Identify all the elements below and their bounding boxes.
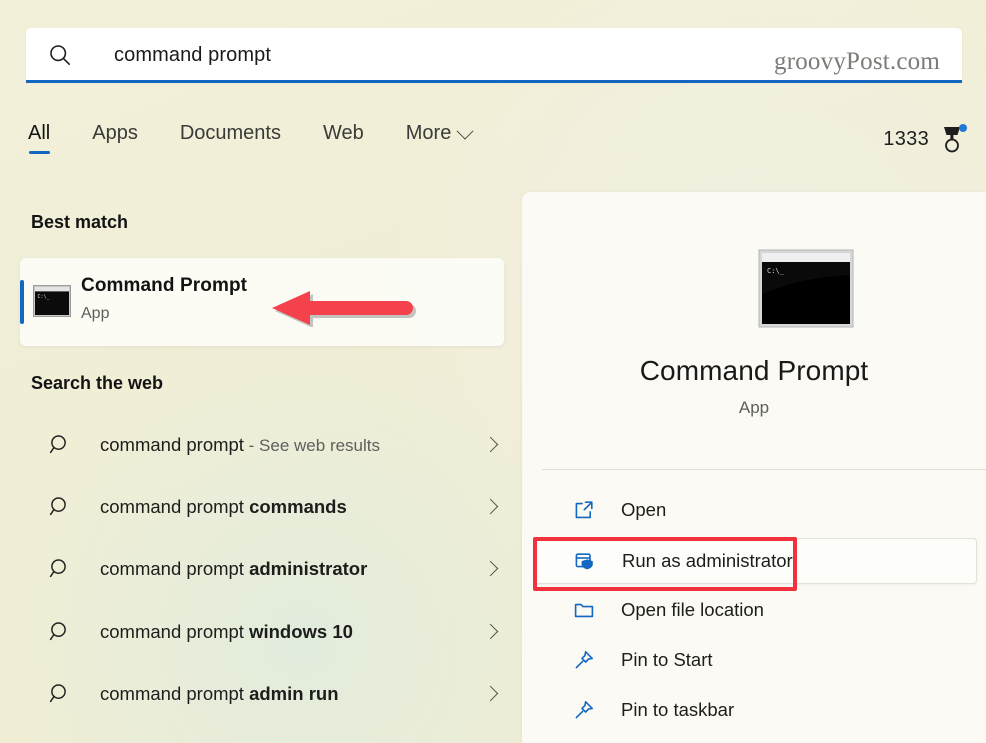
tab-more[interactable]: More [406,122,472,154]
medal-icon [938,124,966,154]
svg-text:C:\_: C:\_ [767,267,785,275]
search-icon [48,43,72,67]
suggestion-label: command prompt administrator [100,542,367,596]
suggestion-label: command prompt windows 10 [100,605,353,659]
preview-subtitle: App [522,398,986,418]
action-label: Open [621,499,666,521]
best-match-heading: Best match [31,212,128,233]
best-match-title: Command Prompt [81,275,247,297]
action-pin-to-start[interactable]: Pin to Start [533,638,975,682]
search-box[interactable]: command prompt groovyPost.com [26,28,962,82]
chevron-down-icon [457,122,474,139]
search-icon [48,557,71,580]
divider [542,469,986,470]
suggestion-label: command prompt - See web results [100,418,380,472]
shield-admin-icon [574,550,596,572]
command-prompt-icon: C:\_ [758,249,854,328]
pin-icon [573,699,595,721]
notification-dot [959,124,967,132]
tab-bar: All Apps Documents Web More [28,122,513,172]
open-external-icon [573,499,595,521]
suggestion-label: command prompt admin run [100,667,339,721]
rewards-badge[interactable]: 1333 [883,124,966,154]
list-item[interactable]: command prompt admin run [20,667,504,721]
action-label: Pin to taskbar [621,699,734,721]
preview-title: Command Prompt [522,355,986,387]
action-run-as-administrator[interactable]: Run as administrator [533,538,977,584]
list-item[interactable]: command prompt administrator [20,542,504,596]
search-input[interactable]: command prompt [114,28,271,82]
search-icon [48,682,71,705]
action-label: Pin to Start [621,649,713,671]
tab-apps[interactable]: Apps [92,122,138,154]
selection-indicator [20,280,24,324]
chevron-right-icon[interactable] [483,437,499,453]
pin-icon [573,649,595,671]
chevron-right-icon[interactable] [483,686,499,702]
chevron-right-icon[interactable] [483,499,499,515]
svg-text:C:\_: C:\_ [38,294,51,300]
search-icon [48,495,71,518]
search-icon [48,620,71,643]
action-label: Run as administrator [622,550,793,572]
tab-more-label: More [406,122,452,145]
action-open[interactable]: Open [533,488,975,532]
tab-all[interactable]: All [28,122,50,154]
search-icon [48,433,71,456]
preview-panel: C:\_ Command Prompt App Open [522,192,986,743]
chevron-right-icon[interactable] [483,624,499,640]
best-match-result[interactable]: C:\_ Command Prompt App [20,258,504,346]
action-open-file-location[interactable]: Open file location [533,588,975,632]
list-item[interactable]: command prompt - See web results [20,418,504,472]
best-match-subtitle: App [81,305,109,323]
tab-web[interactable]: Web [323,122,364,154]
action-label: Open file location [621,599,764,621]
suggestion-label: command prompt commands [100,480,347,534]
action-pin-to-taskbar[interactable]: Pin to taskbar [533,688,975,732]
search-box-underline [26,80,962,83]
list-item[interactable]: command prompt commands [20,480,504,534]
command-prompt-icon: C:\_ [33,285,71,317]
windows-search-flyout: command prompt groovyPost.com All Apps D… [0,0,986,743]
chevron-right-icon[interactable] [483,561,499,577]
tab-documents[interactable]: Documents [180,122,281,154]
rewards-count: 1333 [883,128,929,151]
search-web-heading: Search the web [31,373,163,394]
folder-icon [573,599,595,621]
watermark: groovyPost.com [774,48,940,76]
list-item[interactable]: command prompt windows 10 [20,605,504,659]
